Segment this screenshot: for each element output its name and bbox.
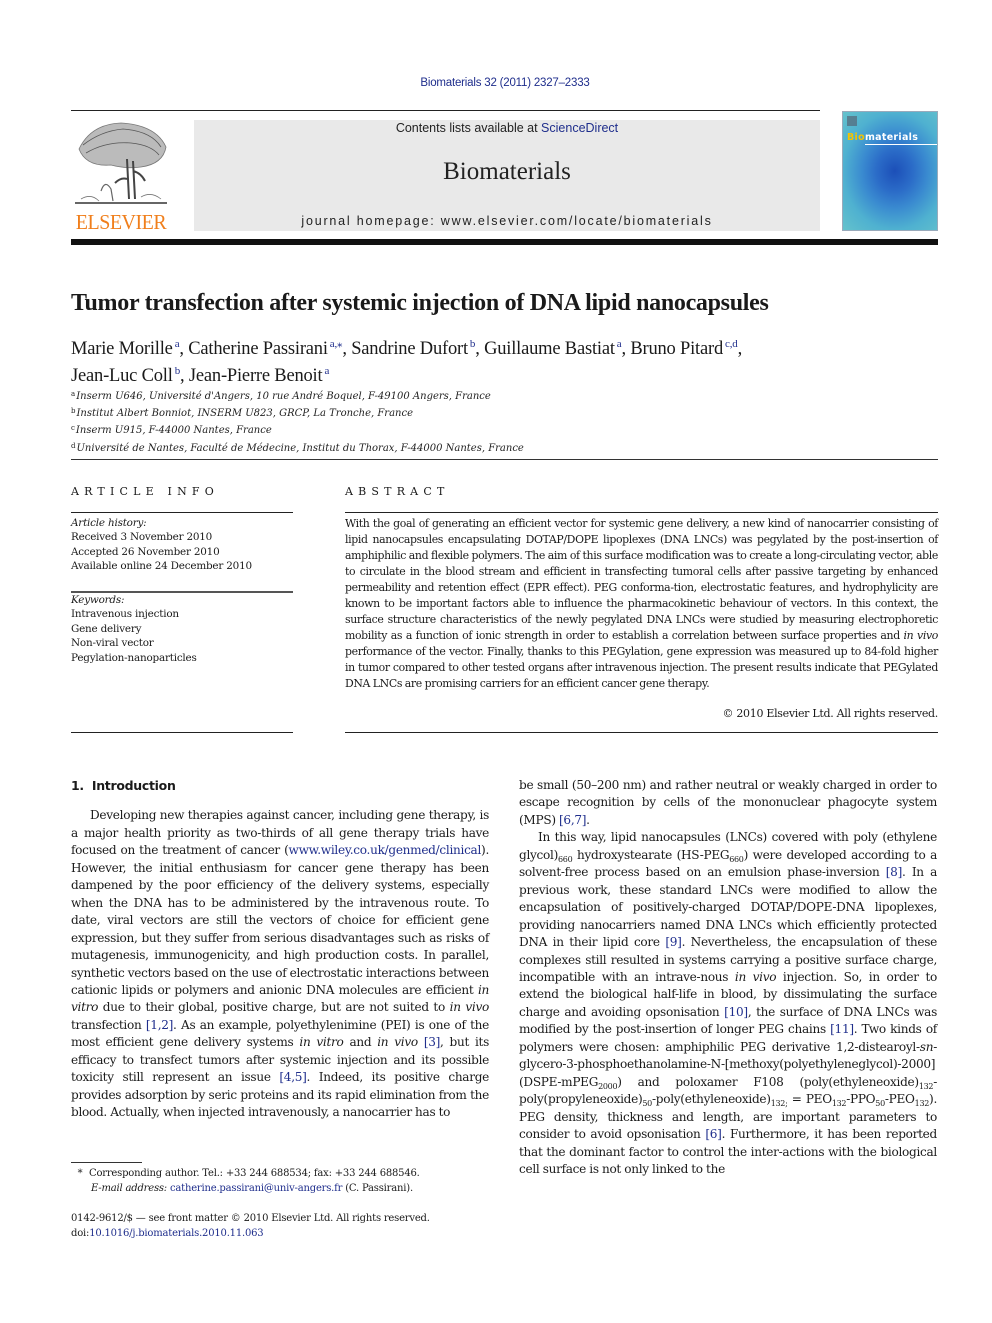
footnote-rule	[71, 1162, 142, 1163]
history-online: Available online 24 December 2010	[71, 560, 252, 573]
email-link[interactable]: catherine.passirani@univ-angers.fr	[170, 1183, 342, 1194]
reference-link[interactable]: [6,7]	[559, 813, 586, 827]
corresponding-details: Corresponding author. Tel.: +33 244 6885…	[89, 1168, 420, 1179]
journal-citation[interactable]: Biomaterials 32 (2011) 2327–2333	[0, 77, 992, 89]
footnote-marker: *	[77, 1168, 83, 1179]
cover-divider	[865, 144, 937, 145]
homepage-url[interactable]: www.elsevier.com/locate/biomaterials	[441, 214, 713, 228]
journal-header-box: Contents lists available at ScienceDirec…	[194, 120, 820, 231]
author[interactable]: Catherine Passirani a,⁎	[188, 338, 342, 359]
keywords: Keywords: Intravenous injection Gene del…	[71, 593, 197, 665]
reference-link[interactable]: [6]	[705, 1127, 722, 1141]
affiliation: cInserm U915, F-44000 Nantes, France	[71, 424, 272, 437]
section-rule	[71, 459, 938, 460]
doi-link[interactable]: 10.1016/j.biomaterials.2010.11.063	[89, 1228, 263, 1239]
email-suffix: (C. Passirani).	[342, 1183, 413, 1194]
affiliation: bInstitut Albert Bonniot, INSERM U823, G…	[71, 407, 413, 420]
homepage-prefix: journal homepage:	[301, 214, 441, 228]
history-label: Article history:	[71, 517, 147, 529]
cover-publisher-icon	[847, 116, 857, 126]
contents-line: Contents lists available at ScienceDirec…	[194, 121, 820, 135]
issn-line: 0142-9612/$ — see front matter © 2010 El…	[71, 1213, 430, 1224]
reference-link[interactable]: [1,2]	[146, 1018, 173, 1032]
section-heading-introduction: 1. Introduction	[71, 778, 176, 793]
elsevier-logo[interactable]: ELSEVIER	[71, 117, 171, 235]
abstract-copyright: © 2010 Elsevier Ltd. All rights reserved…	[722, 707, 938, 720]
article-info-rule	[71, 732, 293, 733]
doi-label: doi:	[71, 1227, 90, 1239]
author[interactable]: Sandrine Dufort b	[351, 338, 475, 359]
journal-cover-thumbnail[interactable]: Biomaterials	[842, 111, 938, 231]
paragraph: In this way, lipid nanocapsules (LNCs) c…	[519, 830, 937, 1176]
sciencedirect-link[interactable]: ScienceDirect	[541, 121, 618, 135]
reference-link[interactable]: [4,5]	[279, 1070, 306, 1084]
wiley-link[interactable]: www.wiley.co.uk/genmed/clinical	[289, 843, 482, 857]
journal-homepage: journal homepage: www.elsevier.com/locat…	[194, 214, 820, 228]
article-history: Article history: Received 3 November 201…	[71, 516, 252, 574]
affiliation-list: aInserm U646, Université d'Angers, 10 ru…	[71, 387, 524, 456]
author[interactable]: Jean-Pierre Benoit a	[189, 365, 329, 386]
abstract-heading: ABSTRACT	[345, 485, 450, 498]
article-info-heading: ARTICLE INFO	[71, 485, 219, 498]
history-accepted: Accepted 26 November 2010	[71, 545, 220, 558]
author-list: Marie Morille a, Catherine Passirani a,⁎, …	[71, 338, 742, 386]
cover-title: Biomaterials	[847, 132, 919, 143]
article-title: Tumor transfection after systemic inject…	[71, 290, 769, 316]
keyword: Gene delivery	[71, 622, 142, 635]
elsevier-tree-icon	[75, 122, 167, 204]
reference-link[interactable]: [11]	[830, 1022, 854, 1036]
email-label: E-mail address:	[91, 1183, 167, 1194]
reference-link[interactable]: [9]	[665, 935, 682, 949]
abstract-rule	[345, 732, 938, 733]
affiliation: dUniversité de Nantes, Faculté de Médeci…	[71, 441, 524, 454]
reference-link[interactable]: [8]	[886, 865, 903, 879]
elsevier-wordmark: ELSEVIER	[75, 210, 167, 234]
author[interactable]: Bruno Pitard c,d	[630, 338, 737, 359]
body-column-left: 1. Introduction Developing new therapies …	[71, 777, 489, 1122]
history-received: Received 3 November 2010	[71, 531, 213, 544]
author[interactable]: Jean-Luc Coll b	[71, 365, 180, 386]
front-matter: 0142-9612/$ — see front matter © 2010 El…	[71, 1212, 430, 1241]
author[interactable]: Marie Morille a	[71, 338, 180, 359]
reference-link[interactable]: [10]	[724, 1005, 748, 1019]
paragraph: be small (50–200 nm) and rather neutral …	[519, 778, 937, 827]
keyword: Intravenous injection	[71, 608, 179, 621]
abstract-text: With the goal of generating an efficient…	[345, 517, 938, 690]
keyword: Pegylation-nanoparticles	[71, 651, 197, 664]
paragraph: Developing new therapies against cancer,…	[71, 808, 489, 1120]
article-info-rule	[71, 512, 293, 513]
abstract-rule	[345, 512, 938, 513]
author[interactable]: Guillaume Bastiat a	[484, 338, 622, 359]
corresponding-author-footnote: * Corresponding author. Tel.: +33 244 688…	[71, 1166, 420, 1196]
keywords-label: Keywords:	[71, 594, 125, 606]
journal-name: Biomaterials	[443, 158, 571, 185]
header-thick-rule	[71, 239, 938, 245]
body-column-right: be small (50–200 nm) and rather neutral …	[519, 777, 937, 1178]
header-rule	[71, 110, 820, 111]
keyword: Non-viral vector	[71, 637, 154, 650]
contents-prefix: Contents lists available at	[395, 121, 542, 135]
reference-link[interactable]: [3]	[424, 1035, 441, 1049]
affiliation: aInserm U646, Université d'Angers, 10 ru…	[71, 390, 491, 402]
